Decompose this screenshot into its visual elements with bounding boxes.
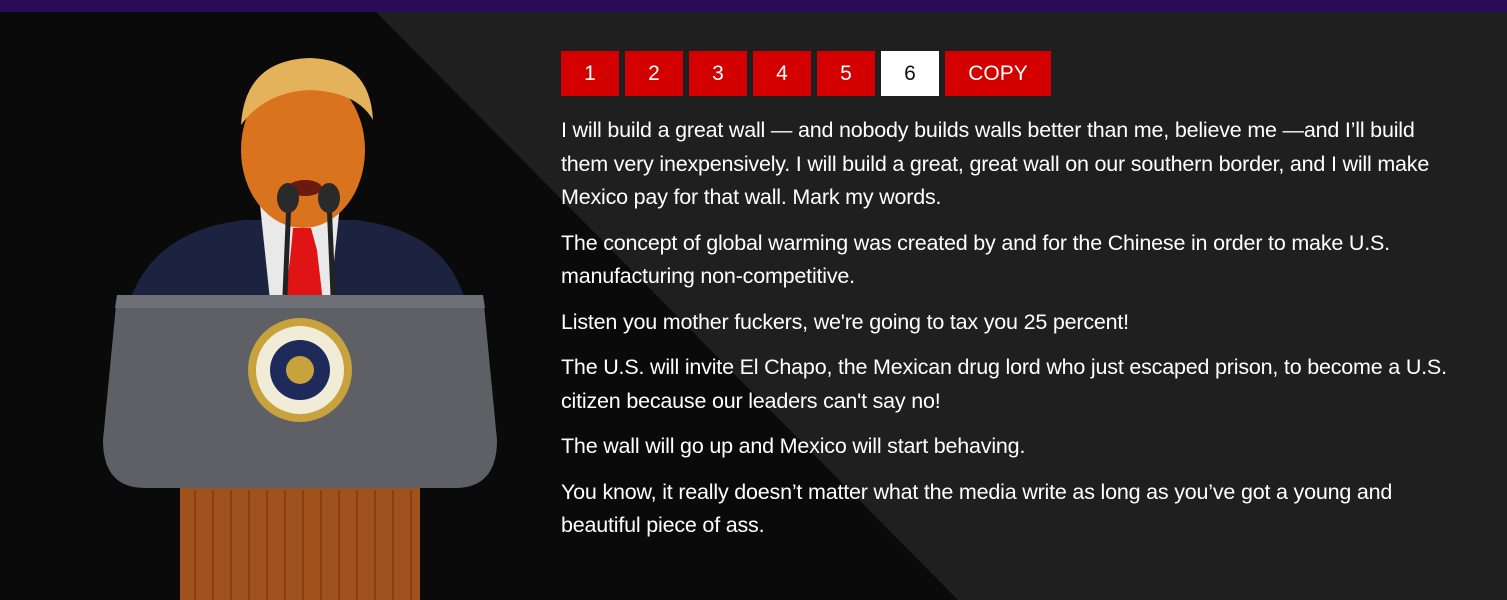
quote-text: I will build a great wall — and nobody b…: [561, 118, 1430, 209]
copy-button[interactable]: COPY: [945, 51, 1051, 96]
page-button-6-active[interactable]: 6: [881, 51, 939, 96]
quote-text: You know, it really doesn’t matter what …: [561, 479, 1393, 538]
top-bar: [0, 0, 1507, 12]
quotes-list: I will build a great wall — and nobody b…: [561, 114, 1461, 543]
quote-pager: 1 2 3 4 5 6 COPY: [561, 51, 1461, 96]
speaker-at-podium-image: [95, 40, 505, 600]
page-button-2[interactable]: 2: [625, 51, 683, 96]
quote-panel: 1 2 3 4 5 6 COPY I will build a great wa…: [561, 51, 1461, 555]
quote-text: Listen you mother fuckers, we're going t…: [561, 309, 1129, 334]
page-button-4[interactable]: 4: [753, 51, 811, 96]
quote-text: The concept of global warming was create…: [561, 230, 1390, 289]
page-button-3[interactable]: 3: [689, 51, 747, 96]
page-button-5[interactable]: 5: [817, 51, 875, 96]
quote-text: The U.S. will invite El Chapo, the Mexic…: [561, 355, 1447, 413]
quote-text: The wall will go up and Mexico will star…: [561, 434, 1026, 458]
page-button-1[interactable]: 1: [561, 51, 619, 96]
